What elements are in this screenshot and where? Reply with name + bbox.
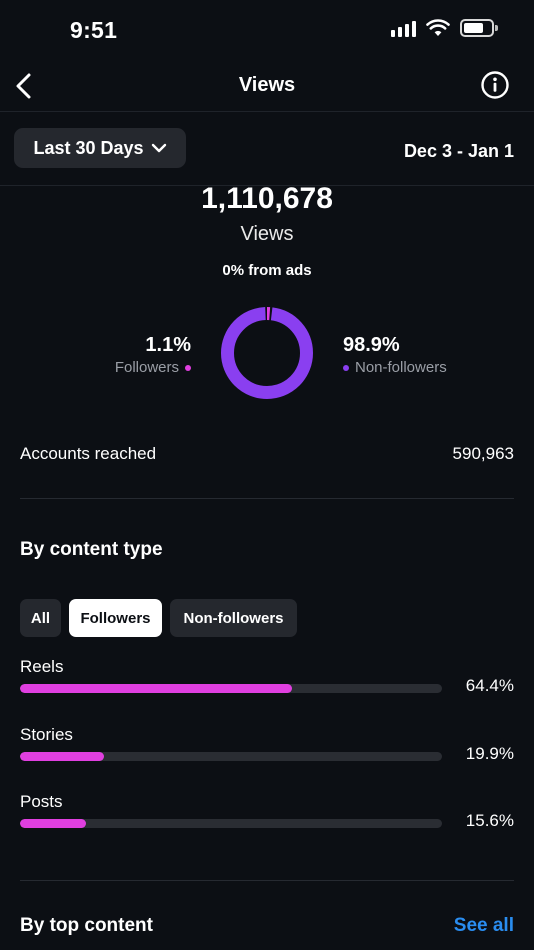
bar-label-reels: Reels <box>20 657 64 676</box>
chevron-down-icon <box>151 143 166 153</box>
date-range-text: Dec 3 - Jan 1 <box>403 141 514 161</box>
content-bar-reels: Reels 64.4% <box>20 657 514 711</box>
followers-percent: 1.1% <box>145 334 191 356</box>
date-range-dropdown[interactable]: Last 30 Days <box>14 128 186 168</box>
non-followers-legend-dot <box>343 364 349 371</box>
tab-followers[interactable]: Followers <box>69 599 162 637</box>
date-range-dropdown-label: Last 30 Days <box>33 137 144 158</box>
bar-fill-reels <box>20 684 292 693</box>
non-followers-legend-label: Non-followers <box>355 359 447 376</box>
page-title: Views <box>238 74 296 96</box>
status-time: 9:51 <box>70 17 118 43</box>
content-bar-stories: Stories 19.9% <box>20 725 514 779</box>
bar-label-stories: Stories <box>20 725 73 744</box>
ads-share-text: 0% from ads <box>222 262 312 279</box>
tab-non-followers[interactable]: Non-followers <box>170 599 297 637</box>
accounts-reached-value: 590,963 <box>452 444 514 463</box>
total-views-count: 1,110,678 <box>201 182 333 215</box>
accounts-reached-label: Accounts reached <box>20 444 157 463</box>
filter-row: Last 30 Days Dec 3 - Jan 1 <box>0 112 534 186</box>
bar-percent-reels: 64.4% <box>465 676 514 695</box>
battery-icon <box>460 19 498 37</box>
section-divider <box>20 880 514 881</box>
info-icon[interactable] <box>480 70 510 100</box>
followers-split: 1.1% Followers <box>115 334 191 376</box>
bar-percent-posts: 15.6% <box>465 811 514 830</box>
followers-legend-dot <box>185 364 191 371</box>
views-insights-screen: 9:51 Views Last 30 Days Dec 3 - Jan 1 1,… <box>0 0 534 950</box>
nav-header: Views <box>0 60 534 112</box>
top-content-section-title: By top content <box>20 915 153 936</box>
status-icons <box>391 19 498 37</box>
followers-legend-label: Followers <box>114 359 179 376</box>
bar-percent-stories: 19.9% <box>465 744 514 763</box>
followers-legend: Followers <box>115 359 191 376</box>
non-followers-percent: 98.9% <box>343 334 400 356</box>
section-divider <box>20 498 514 499</box>
views-label: Views <box>240 223 294 245</box>
accounts-reached-row: Accounts reached 590,963 <box>20 444 514 466</box>
bar-track <box>20 752 442 761</box>
wifi-icon <box>426 19 450 36</box>
bar-track <box>20 819 442 828</box>
bar-track <box>20 684 442 693</box>
bar-fill-posts <box>20 819 86 828</box>
non-followers-legend: Non-followers <box>343 359 447 376</box>
non-followers-donut-segment <box>221 307 313 399</box>
audience-filter-tabs: All Followers Non-followers <box>20 599 297 637</box>
non-followers-split: 98.9% Non-followers <box>343 334 447 376</box>
cellular-signal-icon <box>391 19 416 37</box>
content-type-section-title: By content type <box>20 539 163 560</box>
bar-label-posts: Posts <box>20 792 63 811</box>
status-bar: 9:51 <box>0 0 534 60</box>
audience-donut-chart <box>221 307 313 399</box>
content-bar-posts: Posts 15.6% <box>20 792 514 846</box>
tab-all[interactable]: All <box>20 599 61 637</box>
bar-fill-stories <box>20 752 104 761</box>
see-all-link[interactable]: See all <box>454 915 514 937</box>
